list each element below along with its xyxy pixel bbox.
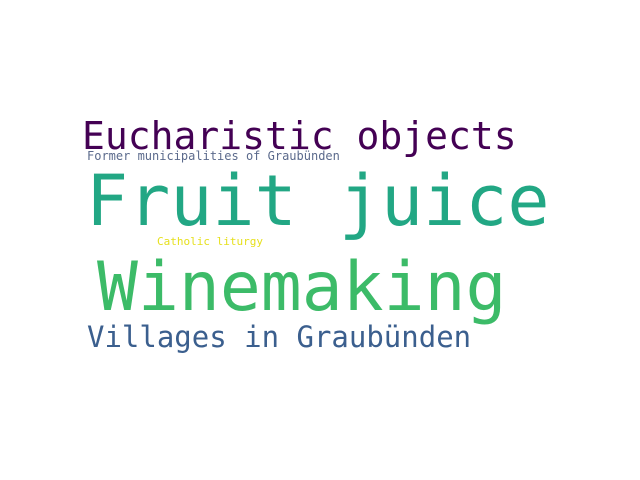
word-catholic-liturgy: Catholic liturgy [157,235,263,248]
word-fruit-juice: Fruit juice [86,160,550,242]
word-cloud: Eucharistic objects Former municipalitie… [0,0,640,480]
word-winemaking: Winemaking [97,248,507,327]
word-villages-in-graubunden: Villages in Graubünden [87,320,472,354]
